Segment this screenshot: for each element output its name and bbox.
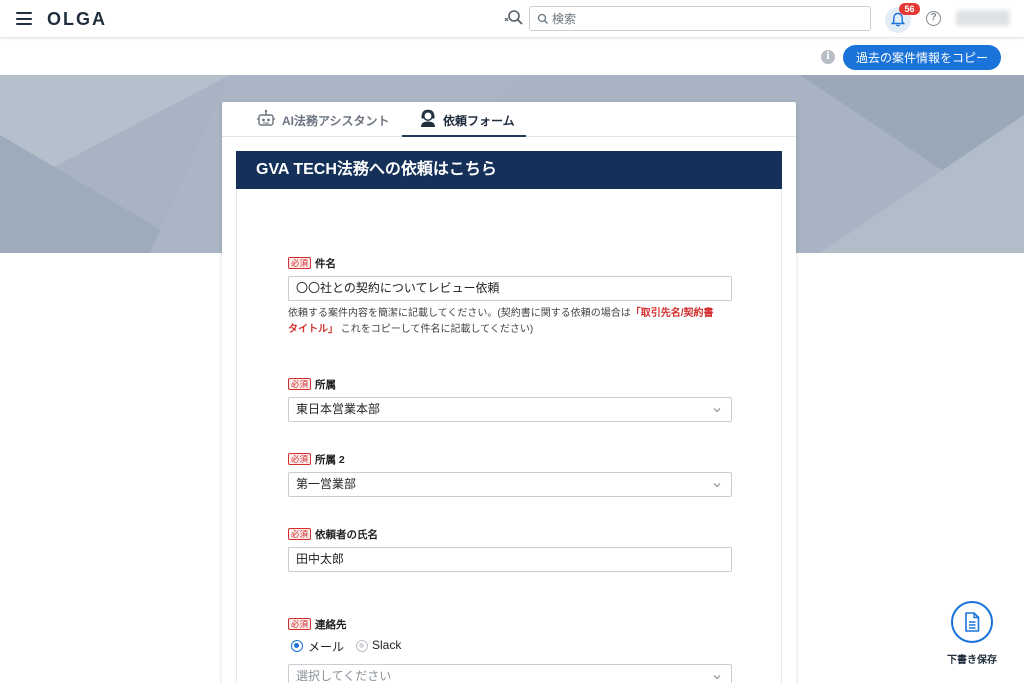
draft-save-label[interactable]: 下書き保存 [935, 651, 1009, 666]
tab-request-form-label: 依頼フォーム [443, 114, 515, 128]
user-account-menu[interactable] [956, 10, 1010, 26]
department-field: 必須 所属 東日本営業本部 [288, 378, 732, 422]
contact-slack-label[interactable]: Slack [372, 638, 401, 652]
notification-count-badge: 56 [899, 3, 920, 15]
chevron-down-icon [713, 408, 721, 413]
tab-bar: AI法務アシスタント 依頼フォーム [222, 102, 796, 137]
subject-field: 必須 件名 〇〇社との契約についてレビュー依頼 依頼する案件内容を簡潔に記載してく… [288, 257, 732, 338]
tab-ai-assistant-label: AI法務アシスタント [282, 114, 390, 128]
robot-icon [257, 109, 275, 126]
required-badge: 必須 [288, 453, 312, 465]
chevron-down-icon [713, 483, 721, 488]
contact-radio-group: メール Slack [288, 638, 732, 654]
department-select[interactable]: 東日本営業本部 [288, 397, 732, 422]
search-icon [537, 13, 548, 24]
requester-name-label: 必須 依頼者の氏名 [288, 528, 732, 542]
subject-input[interactable]: 〇〇社との契約についてレビュー依頼 [288, 276, 732, 301]
copy-past-case-button[interactable]: 過去の案件情報をコピー [843, 45, 1001, 70]
subject-help-text: 依頼する案件内容を簡潔に記載してください。(契約書に関する依頼の場合は「取引先名… [288, 308, 714, 335]
person-headset-icon [421, 109, 435, 127]
required-badge: 必須 [288, 378, 312, 390]
department2-select[interactable]: 第一営業部 [288, 472, 732, 497]
chevron-down-icon [713, 675, 721, 680]
advanced-search-icon[interactable] [503, 9, 523, 29]
contact-slack-radio[interactable] [356, 640, 368, 652]
contact-email-radio[interactable] [291, 640, 303, 652]
department-label: 必須 所属 [288, 378, 732, 392]
subject-label: 必須 件名 [288, 257, 732, 271]
contact-select[interactable]: 選択してください [288, 664, 732, 683]
required-badge: 必須 [288, 257, 312, 269]
requester-name-field: 必須 依頼者の氏名 田中太郎 [288, 528, 732, 572]
tab-ai-assistant[interactable]: AI法務アシスタント [256, 102, 406, 137]
search-field[interactable] [529, 6, 871, 31]
top-navigation-bar: OLGA 56 ? [0, 0, 1024, 38]
department2-field: 必須 所属 2 第一営業部 [288, 453, 732, 497]
document-icon [965, 612, 980, 632]
required-badge: 必須 [288, 528, 312, 540]
help-icon[interactable]: ? [926, 11, 941, 26]
draft-save-button[interactable] [951, 601, 993, 643]
department2-label: 必須 所属 2 [288, 453, 732, 467]
requester-name-input[interactable]: 田中太郎 [288, 547, 732, 572]
request-form-card: AI法務アシスタント 依頼フォーム GVA TECH法務への依頼はこちら 必須件… [222, 102, 796, 683]
search-input[interactable] [552, 10, 862, 28]
contact-label: 必須 連絡先 [288, 618, 732, 632]
contact-email-label[interactable]: メール [308, 638, 344, 655]
info-icon[interactable]: i [821, 50, 835, 64]
contact-field: 必須 連絡先 メール Slack 選択してください [288, 618, 732, 683]
form-title: GVA TECH法務への依頼はこちら [236, 151, 782, 189]
olga-logo[interactable]: OLGA [47, 9, 107, 30]
required-badge: 必須 [288, 618, 312, 630]
hamburger-menu-icon[interactable] [16, 12, 32, 25]
tab-request-form[interactable]: 依頼フォーム [402, 102, 526, 137]
